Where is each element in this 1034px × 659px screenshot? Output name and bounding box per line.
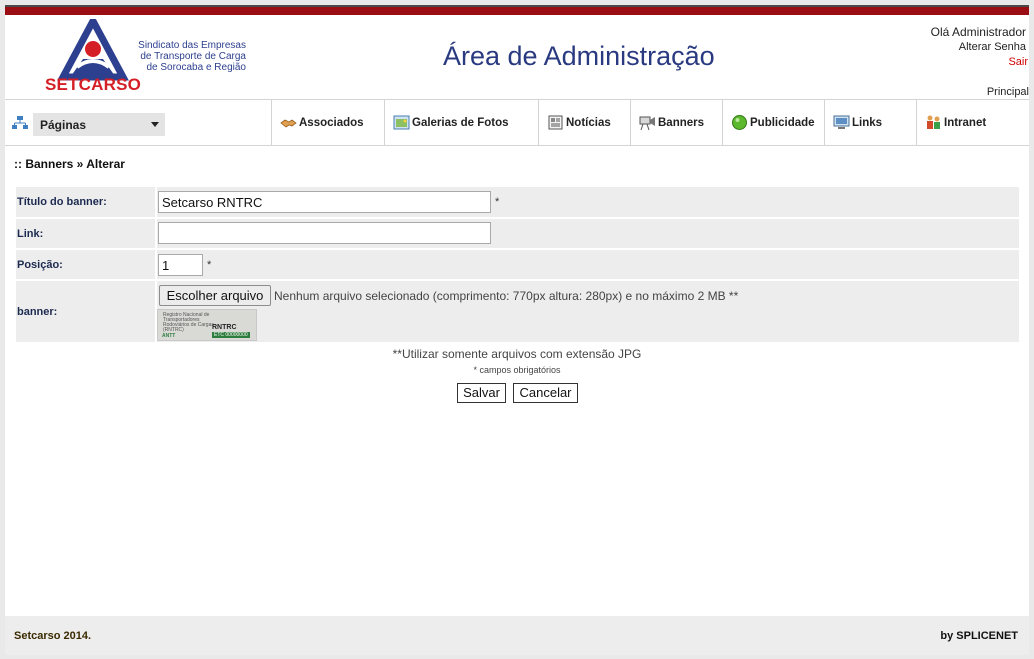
nav-item-publicidade[interactable]: Publicidade [722, 100, 824, 145]
home-link[interactable]: Principal [987, 86, 1029, 98]
main-nav: Páginas Associados Galerias de Fotos Not… [5, 99, 1029, 146]
file-status-text: Nenhum arquivo selecionado [274, 289, 430, 303]
nav-item-banners[interactable]: Banners [630, 100, 722, 145]
org-name-line: de Sorocaba e Região [146, 62, 246, 73]
green-circle-icon [732, 115, 747, 130]
file-size-hint: (comprimento: 770px altura: 280px) e no … [432, 289, 739, 303]
banner-label: banner: [17, 305, 58, 318]
nav-item-links[interactable]: Links [824, 100, 916, 145]
banner-thumbnail: Registro Nacional de Transportadores Rod… [157, 309, 257, 341]
position-input[interactable] [158, 254, 203, 276]
news-icon [548, 115, 563, 130]
org-name-line: Sindicato das Empresas [138, 40, 246, 51]
title-label: Título do banner: [17, 196, 107, 208]
page-title: Área de Administração [443, 41, 715, 71]
handshake-icon [280, 119, 297, 128]
nav-item-associados[interactable]: Associados [271, 100, 384, 145]
nav-item-label: Banners [658, 116, 705, 129]
nav-item-noticias[interactable]: Notícias [538, 100, 630, 145]
chevron-down-icon [151, 122, 159, 127]
thumbnail-agency: ANTT [162, 333, 176, 339]
banner-title-input[interactable] [158, 191, 491, 213]
link-label: Link: [17, 227, 44, 240]
nav-item-label: Notícias [566, 116, 611, 129]
choose-file-button[interactable]: Escolher arquivo [159, 285, 271, 306]
computer-icon [833, 115, 850, 129]
nav-item-label: Galerias de Fotos [412, 116, 509, 129]
required-mark: * [207, 259, 212, 271]
link-input[interactable] [158, 222, 491, 244]
breadcrumb: :: Banners » Alterar [14, 157, 125, 171]
form-cell: * [155, 187, 1019, 217]
thumbnail-rntrc: RNTRC [212, 324, 237, 331]
cancel-button[interactable]: Cancelar [513, 383, 578, 403]
footer-credit: by SPLICENET [940, 630, 1018, 642]
user-greeting: Olá Administrador [930, 25, 1026, 39]
top-bar-red [5, 7, 1029, 15]
nav-item-label: Links [852, 116, 883, 129]
change-password-link[interactable]: Alterar Senha [959, 41, 1026, 53]
org-name: Sindicato das Empresas de Transporte de … [130, 40, 246, 73]
pages-dropdown-label: Páginas [40, 118, 87, 132]
form-row-link: Link: [16, 219, 1019, 248]
save-button[interactable]: Salvar [457, 383, 506, 403]
jpg-note: **Utilizar somente arquivos com extensão… [392, 347, 642, 361]
nav-item-label: Associados [299, 116, 364, 129]
sitemap-icon [12, 116, 28, 129]
projector-icon [639, 116, 655, 131]
thumbnail-etc: ETC 00000000 [212, 332, 250, 338]
footer-copyright: Setcarso 2014. [14, 630, 92, 642]
logo-text: SETCARSO [45, 75, 142, 94]
pages-dropdown[interactable]: Páginas [33, 113, 165, 136]
form-cell: * [155, 250, 1019, 279]
nav-item-galerias[interactable]: Galerias de Fotos [384, 100, 538, 145]
logout-link[interactable]: Sair [1008, 56, 1028, 68]
form-cell: Escolher arquivo Nenhum arquivo selecion… [155, 281, 1019, 342]
form-row-title: Título do banner: * [16, 187, 1019, 217]
users-icon [927, 115, 940, 129]
page-frame: SETCARSO Sindicato das Empresas de Trans… [5, 5, 1029, 655]
org-name-line: de Transporte de Carga [140, 51, 246, 62]
form-row-position: Posição: * [16, 250, 1019, 279]
nav-item-label: Publicidade [750, 116, 815, 129]
nav-item-intranet[interactable]: Intranet [916, 100, 1029, 145]
form-row-banner: banner: Escolher arquivo Nenhum arquivo … [16, 281, 1019, 342]
photo-gallery-icon [393, 115, 410, 130]
file-status: Nenhum arquivo selecionado (comprimento:… [274, 289, 738, 303]
position-label: Posição: [17, 258, 63, 271]
nav-item-label: Intranet [944, 116, 987, 129]
footer: Setcarso 2014. by SPLICENET [5, 616, 1029, 655]
required-note: * campos obrigatórios [473, 365, 561, 375]
required-mark: * [495, 196, 500, 208]
form-cell [155, 219, 1019, 248]
